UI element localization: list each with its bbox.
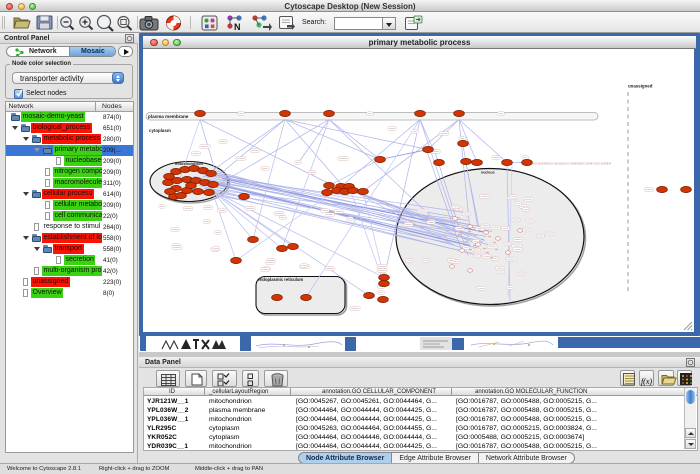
svg-text:endoplasmic reticulum: endoplasmic reticulum bbox=[258, 277, 304, 282]
svg-text:cytoplasm: cytoplasm bbox=[149, 128, 171, 133]
svg-text:GO:0005834|GO:0019001|GO:00080: GO:0005834|GO:0019001|GO:0008066|GO:0048… bbox=[533, 161, 612, 165]
svg-text:unassigned: unassigned bbox=[628, 83, 653, 88]
svg-text:N: N bbox=[234, 22, 241, 32]
svg-text:nucleus: nucleus bbox=[481, 170, 495, 174]
svg-text:mitochondrion: mitochondrion bbox=[175, 161, 204, 166]
svg-text:plasma membrane: plasma membrane bbox=[148, 114, 189, 119]
